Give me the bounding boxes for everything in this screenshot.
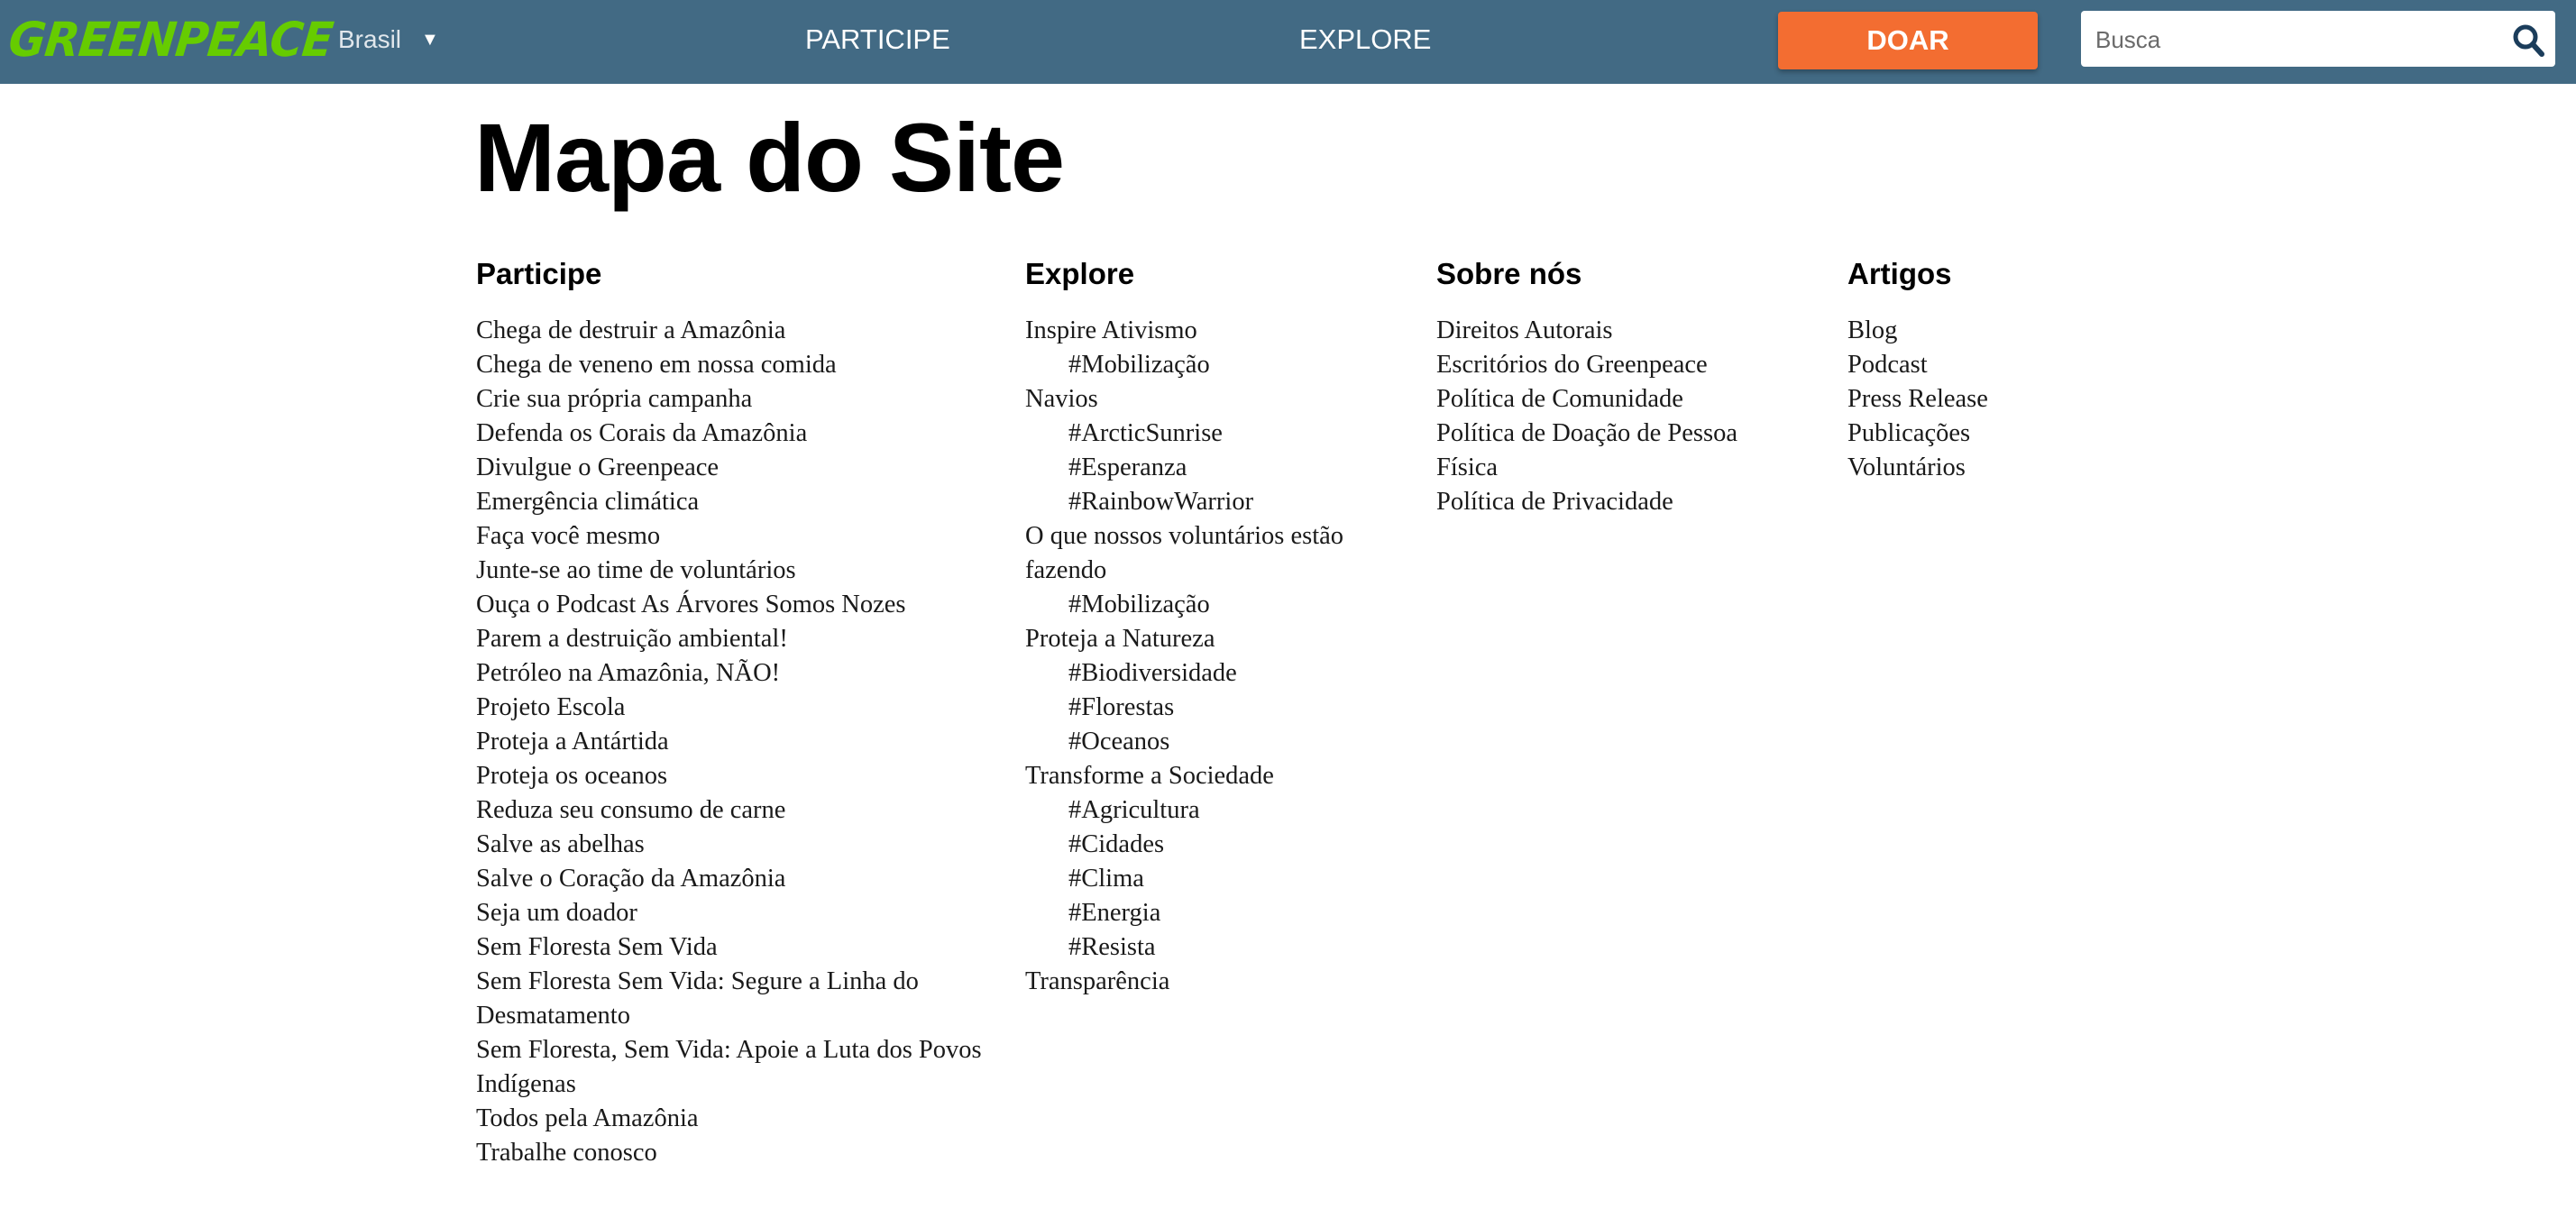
page-title: Mapa do Site [474, 103, 1065, 212]
sitemap-link[interactable]: O que nossos voluntários estão fazendo [1025, 519, 1386, 588]
sitemap-sublink[interactable]: #Clima [1025, 862, 1386, 896]
column-heading: Explore [1025, 257, 1135, 290]
column-participe: Participe Chega de destruir a Amazônia Ch… [476, 254, 990, 1170]
sitemap-link[interactable]: Faça você mesmo [476, 519, 990, 554]
sitemap-link[interactable]: Política de Privacidade [1436, 485, 1797, 519]
sitemap-link[interactable]: Ouça o Podcast As Árvores Somos Nozes [476, 588, 990, 622]
column-artigos: Artigos Blog Podcast Press Release Publicaç… [1847, 254, 2208, 485]
column-heading: Sobre nós [1436, 257, 1582, 290]
sitemap-link[interactable]: Press Release [1847, 382, 2208, 417]
sitemap-link[interactable]: Proteja a Antártida [476, 725, 990, 759]
search-input[interactable] [2094, 11, 2485, 69]
sitemap-link[interactable]: Todos pela Amazônia [476, 1102, 990, 1136]
sitemap-sublink[interactable]: #ArcticSunrise [1025, 417, 1386, 451]
sitemap-link[interactable]: Blog [1847, 314, 2208, 348]
sitemap-link[interactable]: Petróleo na Amazônia, NÃO! [476, 656, 990, 691]
sitemap-link[interactable]: Proteja os oceanos [476, 759, 990, 793]
link-list: Chega de destruir a Amazônia Chega de ven… [476, 314, 990, 1170]
donate-button[interactable]: DOAR [1778, 12, 2038, 69]
sitemap-sublink[interactable]: #Biodiversidade [1025, 656, 1386, 691]
column-explore: Explore Inspire Ativismo #Mobilização Navi… [1025, 254, 1386, 999]
country-selector[interactable]: Brasil ▼ [338, 25, 439, 54]
link-list: Direitos Autorais Escritórios do Greenpea… [1436, 314, 1797, 519]
sitemap-link[interactable]: Seja um doador [476, 896, 990, 930]
sitemap-link[interactable]: Projeto Escola [476, 691, 990, 725]
sitemap-link[interactable]: Proteja a Natureza [1025, 622, 1386, 656]
chevron-down-icon: ▼ [421, 29, 439, 50]
sitemap-link[interactable]: Inspire Ativismo [1025, 314, 1386, 348]
sitemap-link[interactable]: Reduza seu consumo de carne [476, 793, 990, 828]
greenpeace-logo[interactable]: GREENPEACE [6, 12, 335, 69]
sitemap-link[interactable]: Transparência [1025, 965, 1386, 999]
sitemap-link[interactable]: Defenda os Corais da Amazônia [476, 417, 990, 451]
sitemap-link[interactable]: Direitos Autorais [1436, 314, 1797, 348]
column-heading: Artigos [1847, 257, 1952, 290]
sitemap-link[interactable]: Sem Floresta, Sem Vida: Apoie a Luta dos… [476, 1033, 990, 1102]
sitemap-sublink[interactable]: #Mobilização [1025, 348, 1386, 382]
search-box [2081, 11, 2555, 69]
sitemap-link[interactable]: Emergência climática [476, 485, 990, 519]
sitemap-link[interactable]: Salve o Coração da Amazônia [476, 862, 990, 896]
sitemap-sublink[interactable]: #Energia [1025, 896, 1386, 930]
sitemap-link[interactable]: Sem Floresta Sem Vida [476, 930, 990, 965]
sitemap-link[interactable]: Trabalhe conosco [476, 1136, 990, 1170]
sitemap-sublink[interactable]: #Agricultura [1025, 793, 1386, 828]
country-label: Brasil [338, 25, 402, 53]
sitemap-sublink[interactable]: #Cidades [1025, 828, 1386, 862]
sitemap-sublink[interactable]: #Esperanza [1025, 451, 1386, 485]
sitemap-link[interactable]: Chega de veneno em nossa comida [476, 348, 990, 382]
sitemap-link[interactable]: Parem a destruição ambiental! [476, 622, 990, 656]
sitemap-link[interactable]: Política de Doação de Pessoa Física [1436, 417, 1797, 485]
sitemap-link[interactable]: Divulgue o Greenpeace [476, 451, 990, 485]
column-heading: Participe [476, 257, 602, 290]
link-list: Inspire Ativismo #Mobilização Navios #Arcti… [1025, 314, 1386, 999]
site-header: GREENPEACE Brasil ▼ PARTICIPE EXPLORE DO… [0, 0, 2576, 84]
sitemap-link[interactable]: Salve as abelhas [476, 828, 990, 862]
sitemap-link[interactable]: Crie sua própria campanha [476, 382, 990, 417]
sitemap-sublink[interactable]: #RainbowWarrior [1025, 485, 1386, 519]
sitemap-sublink[interactable]: #Oceanos [1025, 725, 1386, 759]
sitemap-link[interactable]: Política de Comunidade [1436, 382, 1797, 417]
sitemap-sublink[interactable]: #Resista [1025, 930, 1386, 965]
sitemap-sublink[interactable]: #Florestas [1025, 691, 1386, 725]
sitemap-link[interactable]: Voluntários [1847, 451, 2208, 485]
sitemap-link[interactable]: Sem Floresta Sem Vida: Segure a Linha do… [476, 965, 990, 1033]
search-icon[interactable] [2510, 22, 2546, 58]
sitemap-link[interactable]: Escritórios do Greenpeace [1436, 348, 1797, 382]
sitemap-link[interactable]: Navios [1025, 382, 1386, 417]
sitemap-link[interactable]: Junte-se ao time de voluntários [476, 554, 990, 588]
link-list: Blog Podcast Press Release Publicações Volun… [1847, 314, 2208, 485]
sitemap-sublink[interactable]: #Mobilização [1025, 588, 1386, 622]
sitemap-link[interactable]: Publicações [1847, 417, 2208, 451]
column-sobre-nos: Sobre nós Direitos Autorais Escritórios d… [1436, 254, 1797, 519]
nav-explore[interactable]: EXPLORE [1299, 22, 1431, 58]
sitemap-link[interactable]: Chega de destruir a Amazônia [476, 314, 990, 348]
nav-participe[interactable]: PARTICIPE [805, 22, 950, 58]
sitemap-link[interactable]: Transforme a Sociedade [1025, 759, 1386, 793]
sitemap-link[interactable]: Podcast [1847, 348, 2208, 382]
